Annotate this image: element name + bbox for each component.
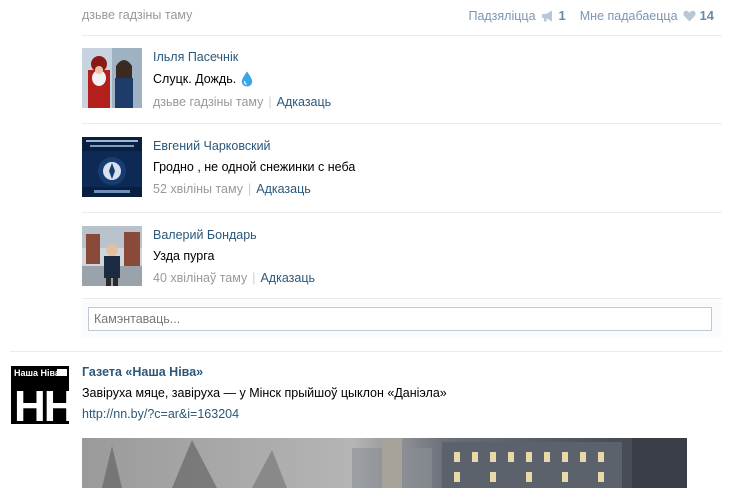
comment-body: Евгений Чарковский Гродно , не одной сне… [153, 139, 355, 196]
post-author[interactable]: Газета «Наша Ніва» [82, 365, 447, 379]
comment-text: Узда пурга [153, 249, 215, 263]
divider [82, 298, 722, 299]
post-actions: Падзяліцца 1 Мне падабаецца 14 [454, 8, 714, 23]
comment-input-placeholder: Камэнтаваць... [94, 312, 181, 326]
comment-meta: 40 хвілінаў таму | Адказаць [153, 271, 315, 285]
comment-author[interactable]: Валерий Бондарь [153, 228, 315, 242]
post-text: Завіруха мяце, завіруха — у Мінск прыйшо… [82, 386, 447, 400]
droplet-icon [242, 71, 253, 87]
meta-separator: | [248, 182, 252, 196]
avatar[interactable] [82, 137, 142, 197]
comment-body: Ільля Пасечнік Слуцк. Дождь. дзьве гадзі… [153, 50, 331, 109]
avatar[interactable] [82, 226, 142, 286]
megaphone-icon [541, 10, 552, 21]
like-count: 14 [699, 8, 714, 23]
meta-separator: | [268, 95, 272, 109]
comment-author[interactable]: Ільля Пасечнік [153, 50, 331, 64]
reply-link[interactable]: Адказаць [256, 182, 311, 196]
publisher-logo[interactable]: Наша Ніва НН [11, 366, 69, 424]
divider [82, 123, 722, 124]
divider [82, 212, 722, 213]
post-link[interactable]: http://nn.by/?c=ar&i=163204 [82, 407, 447, 421]
logo-text: Наша Ніва [14, 368, 61, 378]
post-body: Газета «Наша Ніва» Завіруха мяце, завіру… [82, 365, 447, 421]
comment-text-row: Узда пурга [153, 249, 315, 263]
post-time[interactable]: дзьве гадзіны таму [82, 8, 192, 22]
share-button[interactable]: Падзяліцца 1 [468, 8, 565, 23]
comment-input[interactable]: Камэнтаваць... [88, 307, 712, 331]
comment-time[interactable]: 40 хвілінаў таму [153, 271, 247, 285]
like-button[interactable]: Мне падабаецца 14 [580, 8, 714, 23]
divider [82, 35, 722, 36]
comment-meta: 52 хвіліны таму | Адказаць [153, 182, 355, 196]
like-label: Мне падабаецца [579, 8, 678, 23]
reply-link[interactable]: Адказаць [277, 95, 332, 109]
divider [10, 351, 722, 352]
comment-time[interactable]: 52 хвіліны таму [153, 182, 243, 196]
share-label: Падзяліцца [468, 8, 536, 23]
post-image[interactable] [82, 438, 687, 488]
comment-text-row: Слуцк. Дождь. [153, 71, 331, 87]
comment-text: Гродно , не одной снежинки с неба [153, 160, 356, 174]
comment-author[interactable]: Евгений Чарковский [153, 139, 355, 153]
heart-icon [682, 10, 696, 21]
comment-meta: дзьве гадзіны таму | Адказаць [153, 95, 331, 109]
avatar[interactable] [82, 48, 142, 108]
meta-separator: | [252, 271, 256, 285]
comment-body: Валерий Бондарь Узда пурга 40 хвілінаў т… [153, 228, 315, 285]
post-meta-row: дзьве гадзіны таму Падзяліцца 1 Мне пада… [82, 0, 722, 32]
comment-time[interactable]: дзьве гадзіны таму [153, 95, 263, 109]
reply-link[interactable]: Адказаць [260, 271, 315, 285]
logo-letters: НН [14, 382, 69, 424]
share-count: 1 [558, 8, 566, 23]
comment-text: Слуцк. Дождь. [153, 72, 237, 86]
comment-text-row: Гродно , не одной снежинки с неба [153, 160, 355, 174]
